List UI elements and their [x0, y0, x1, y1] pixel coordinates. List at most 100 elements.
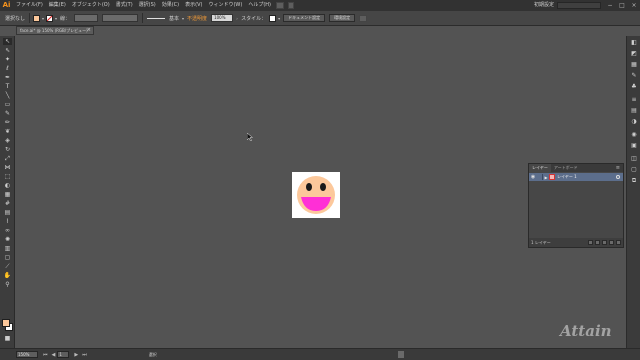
perspective-grid-tool-icon[interactable]: ▦: [3, 191, 12, 198]
zoom-level-field[interactable]: 150%: [16, 351, 38, 358]
opacity-label[interactable]: 不透明度: [185, 15, 209, 22]
type-tool-icon[interactable]: T: [3, 83, 12, 90]
close-button[interactable]: ×: [628, 0, 640, 11]
minimize-button[interactable]: −: [604, 0, 616, 11]
target-circle-icon[interactable]: [616, 175, 620, 179]
symbol-sprayer-tool-icon[interactable]: ✺: [3, 236, 12, 243]
preferences-button[interactable]: 環境設定: [329, 14, 356, 22]
last-artboard-icon[interactable]: ⏭: [82, 352, 87, 358]
rotate-tool-icon[interactable]: ↻: [3, 146, 12, 153]
arrange-icon[interactable]: [359, 14, 368, 22]
next-artboard-icon[interactable]: ▶: [74, 352, 78, 358]
color-mode-icon[interactable]: ■: [3, 335, 12, 342]
fill-swatch[interactable]: [33, 14, 41, 22]
swatches-panel-icon[interactable]: ▦: [630, 61, 638, 68]
graphic-styles-panel-icon[interactable]: ▣: [630, 142, 638, 149]
menu-select[interactable]: 選択(S): [136, 0, 159, 11]
maximize-button[interactable]: □: [616, 0, 628, 11]
status-text[interactable]: 選択: [149, 352, 157, 358]
lasso-tool-icon[interactable]: ℓ: [3, 65, 12, 72]
layer-row[interactable]: ◉ ▶ レイヤー 1: [529, 173, 623, 181]
variable-width-field[interactable]: [102, 14, 139, 22]
menu-help[interactable]: ヘルプ(H): [245, 0, 274, 11]
artboards-panel-icon[interactable]: ▢: [630, 166, 638, 173]
brush-definition[interactable]: 基本: [167, 15, 181, 22]
artboard-number-field[interactable]: 1: [57, 351, 70, 358]
layers-panel-icon[interactable]: ◫: [630, 155, 638, 162]
opacity-field[interactable]: 100%: [211, 14, 234, 22]
menu-window[interactable]: ウィンドウ(W): [205, 0, 245, 11]
gradient-tool-icon[interactable]: ▤: [3, 209, 12, 216]
color-panel-icon[interactable]: ◧: [630, 39, 638, 46]
workspace-switcher[interactable]: 初期設定: [531, 0, 557, 11]
scale-tool-icon[interactable]: ⤢: [3, 155, 12, 162]
menu-effect[interactable]: 効果(C): [159, 0, 182, 11]
divider: [142, 13, 144, 23]
tab-artboards[interactable]: アートボード: [551, 164, 581, 172]
eraser-tool-icon[interactable]: ◈: [3, 137, 12, 144]
blend-tool-icon[interactable]: ∞: [3, 227, 12, 234]
visibility-eye-icon[interactable]: ◉: [529, 174, 537, 180]
horizontal-scrollbar-thumb[interactable]: [398, 351, 404, 358]
links-panel-icon[interactable]: ⧉: [630, 177, 638, 184]
layers-panel: レイヤー アートボード ≡ ◉ ▶ レイヤー 1 1 レイヤー: [528, 163, 624, 248]
make-clipping-mask-icon[interactable]: [595, 240, 600, 245]
symbols-panel-icon[interactable]: ♣: [630, 83, 638, 90]
brushes-panel-icon[interactable]: ✎: [630, 72, 638, 79]
gradient-panel-icon[interactable]: ▤: [630, 107, 638, 114]
artboard[interactable]: [292, 172, 340, 218]
pencil-tool-icon[interactable]: ✏: [3, 119, 12, 126]
chevron-down-icon[interactable]: ▾: [277, 15, 281, 22]
smiley-face-artwork[interactable]: [292, 172, 340, 218]
direct-selection-tool-icon[interactable]: ⇖: [3, 47, 12, 54]
selection-tool-icon[interactable]: ↖: [3, 38, 12, 45]
shape-builder-tool-icon[interactable]: ◐: [3, 182, 12, 189]
search-input[interactable]: [557, 2, 601, 9]
transparency-panel-icon[interactable]: ◑: [630, 118, 638, 125]
layer-name[interactable]: レイヤー 1: [557, 174, 616, 180]
right-eye[interactable]: [320, 183, 326, 191]
free-transform-tool-icon[interactable]: ⬚: [3, 173, 12, 180]
trash-icon[interactable]: [616, 240, 621, 245]
menu-view[interactable]: 表示(V): [182, 0, 205, 11]
menu-edit[interactable]: 編集(E): [46, 0, 69, 11]
pen-tool-icon[interactable]: ✒: [3, 74, 12, 81]
new-layer-icon[interactable]: [609, 240, 614, 245]
mesh-tool-icon[interactable]: #: [3, 200, 12, 207]
close-icon[interactable]: ×: [87, 27, 91, 34]
artboard-tool-icon[interactable]: ▢: [3, 254, 12, 261]
paintbrush-tool-icon[interactable]: ✎: [3, 110, 12, 117]
blob-brush-tool-icon[interactable]: ❦: [3, 128, 12, 135]
menu-type[interactable]: 書式(T): [113, 0, 136, 11]
new-sublayer-icon[interactable]: [602, 240, 607, 245]
stroke-swatch[interactable]: [46, 14, 54, 22]
hand-tool-icon[interactable]: ✋: [3, 272, 12, 279]
arrange-documents-icon[interactable]: [288, 2, 294, 9]
color-guide-icon[interactable]: ◩: [630, 50, 638, 57]
eyedropper-tool-icon[interactable]: ⌇: [3, 218, 12, 225]
zoom-tool-icon[interactable]: ⚲: [3, 281, 12, 288]
left-eye[interactable]: [306, 183, 312, 191]
chevron-down-icon[interactable]: ▾: [41, 15, 45, 22]
stroke-panel-icon[interactable]: ≡: [630, 96, 638, 103]
bridge-icon[interactable]: [276, 2, 284, 9]
slice-tool-icon[interactable]: ⟋: [3, 263, 12, 270]
document-tab[interactable]: face.ai* @ 150% (RGB/プレビュー) ×: [16, 26, 94, 35]
graphic-style-swatch[interactable]: [269, 14, 277, 22]
locate-object-icon[interactable]: [588, 240, 593, 245]
width-tool-icon[interactable]: ⋈: [3, 164, 12, 171]
stroke-weight-field[interactable]: [74, 14, 99, 22]
line-tool-icon[interactable]: ╲: [3, 92, 12, 99]
document-setup-button[interactable]: ドキュメント設定: [283, 14, 326, 22]
previous-artboard-icon[interactable]: ◀: [52, 352, 56, 358]
magic-wand-tool-icon[interactable]: ✦: [3, 56, 12, 63]
rectangle-tool-icon[interactable]: ▭: [3, 101, 12, 108]
fill-color-box[interactable]: [2, 319, 10, 327]
tab-layers[interactable]: レイヤー: [529, 164, 551, 172]
column-graph-tool-icon[interactable]: ▥: [3, 245, 12, 252]
appearance-panel-icon[interactable]: ◉: [630, 131, 638, 138]
menu-object[interactable]: オブジェクト(O): [69, 0, 113, 11]
panel-menu-icon[interactable]: ≡: [616, 165, 623, 171]
menu-file[interactable]: ファイル(F): [13, 0, 46, 11]
first-artboard-icon[interactable]: ⏮: [43, 352, 48, 358]
